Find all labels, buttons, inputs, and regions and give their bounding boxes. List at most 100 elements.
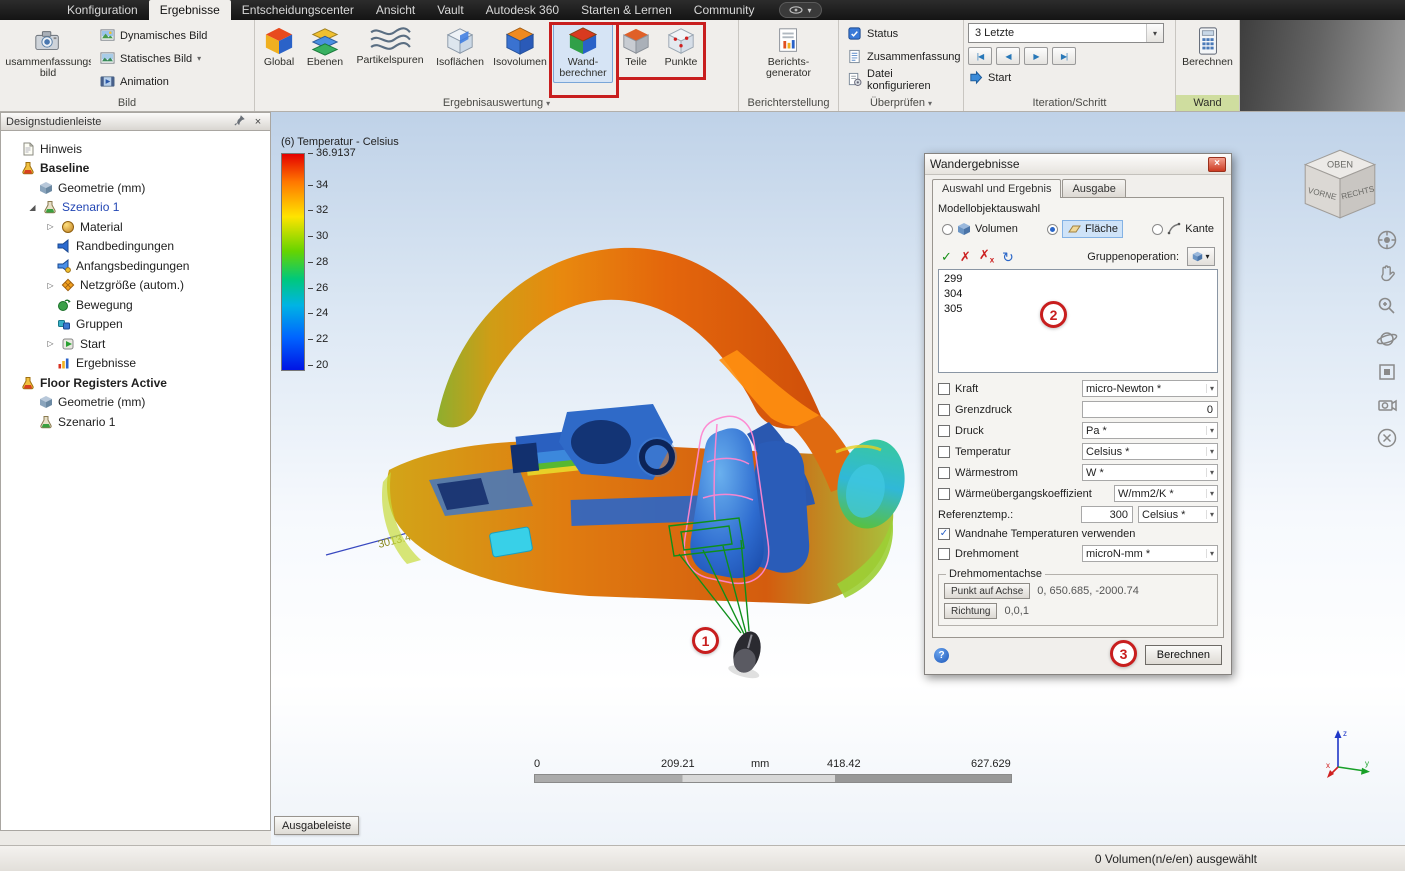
menu-tab-entscheidungscenter[interactable]: Entscheidungscenter: [231, 0, 365, 20]
tab-auswahl-und-ergebnis[interactable]: Auswahl und Ergebnis: [932, 179, 1062, 198]
camera-view-icon[interactable]: [1375, 393, 1399, 417]
help-icon[interactable]: ?: [934, 647, 949, 663]
partikelspuren-button[interactable]: Partikelspuren: [351, 23, 429, 69]
tree-item-randbedingungen[interactable]: Randbedingungen: [1, 237, 270, 257]
waermeuebergang-unit-select[interactable]: W/mm2/K * ▾: [1114, 485, 1218, 502]
report-generator-button[interactable]: Berichts-generator: [756, 23, 822, 83]
tree-item-floor-registers[interactable]: Floor Registers Active: [1, 373, 270, 393]
tree-item-hinweis[interactable]: Hinweis: [1, 139, 270, 159]
group-label-ergebnisauswertung[interactable]: Ergebnisauswertung ▾: [255, 95, 738, 111]
radio-flaeche-circle[interactable]: [1047, 223, 1059, 235]
group-label-ueberpruefen[interactable]: Überprüfen ▾: [839, 95, 963, 111]
referenztemp-unit-select[interactable]: Celsius * ▾: [1138, 506, 1218, 523]
menu-tab-vault[interactable]: Vault: [426, 0, 474, 20]
expander-closed-icon[interactable]: ▷: [45, 222, 56, 231]
iteration-dropdown-arrow-icon[interactable]: ▾: [1146, 24, 1163, 42]
group-operation-dropdown[interactable]: ▾: [1187, 247, 1215, 266]
zoom-icon[interactable]: [1375, 294, 1399, 318]
dialog-titlebar[interactable]: Wandergebnisse ×: [925, 154, 1231, 175]
list-item[interactable]: 299: [944, 272, 1212, 287]
pin-icon[interactable]: [234, 114, 246, 129]
tree-item-szenario1-2[interactable]: Szenario 1: [1, 412, 270, 432]
waermestrom-unit-select[interactable]: W * ▾: [1082, 464, 1218, 481]
menu-tab-ansicht[interactable]: Ansicht: [365, 0, 426, 20]
direction-value[interactable]: 0,0,1: [1004, 605, 1028, 617]
iteration-dropdown[interactable]: 3 Letzte ▾: [968, 23, 1164, 43]
point-on-axis-button[interactable]: Punkt auf Achse: [944, 583, 1031, 599]
sidebar-close-icon[interactable]: ×: [251, 116, 265, 128]
radio-flaeche[interactable]: Fläche: [1047, 220, 1124, 238]
ebenen-button[interactable]: Ebenen: [303, 23, 347, 71]
close-navbar-icon[interactable]: [1375, 426, 1399, 450]
radio-kante-circle[interactable]: [1152, 223, 1164, 235]
tree-item-gruppen[interactable]: Gruppen: [1, 315, 270, 335]
tree-item-bewegung[interactable]: Bewegung: [1, 295, 270, 315]
radio-volumen[interactable]: Volumen: [942, 222, 1018, 236]
menu-tab-starten-lernen[interactable]: Starten & Lernen: [570, 0, 683, 20]
global-button[interactable]: Global: [259, 23, 299, 71]
expander-open-icon[interactable]: ◢: [27, 203, 38, 212]
summary-image-button[interactable]: Zusammenfassungs-bild: [4, 23, 92, 83]
list-item[interactable]: 304: [944, 287, 1212, 302]
temperatur-unit-select[interactable]: Celsius * ▾: [1082, 443, 1218, 460]
kraft-checkbox[interactable]: [938, 382, 950, 395]
menu-tab-ergebnisse[interactable]: Ergebnisse: [148, 0, 231, 20]
isovolumen-button[interactable]: Isovolumen: [491, 23, 549, 71]
tree-item-geometrie-2[interactable]: Geometrie (mm): [1, 393, 270, 413]
skip-forward-button[interactable]: ▶|: [1052, 47, 1076, 65]
pan-icon[interactable]: [1375, 261, 1399, 285]
step-back-button[interactable]: ◀: [996, 47, 1020, 65]
static-image-dropdown-icon[interactable]: ▾: [197, 54, 201, 63]
menu-tab-konfiguration[interactable]: Konfiguration: [56, 0, 149, 20]
selected-faces-list[interactable]: 299 304 305: [938, 269, 1218, 373]
tree-item-start[interactable]: ▷ Start: [1, 334, 270, 354]
kraft-unit-select[interactable]: micro-Newton * ▾: [1082, 380, 1218, 397]
output-bar-button[interactable]: Ausgabeleiste: [274, 816, 360, 835]
direction-button[interactable]: Richtung: [944, 603, 998, 619]
remove-selection-icon[interactable]: ✗: [960, 250, 971, 263]
apply-selection-icon[interactable]: ✓: [941, 250, 952, 263]
drehmoment-checkbox[interactable]: [938, 547, 950, 560]
look-at-face-icon[interactable]: [1375, 360, 1399, 384]
viewcube[interactable]: OBEN VORNE RECHTS: [1297, 140, 1383, 226]
tree-item-ergebnisse[interactable]: Ergebnisse: [1, 354, 270, 374]
step-forward-button[interactable]: ▶: [1024, 47, 1048, 65]
expander-closed-icon[interactable]: ▷: [45, 339, 56, 348]
calculate-button[interactable]: Berechnen: [1144, 645, 1222, 665]
services-menu[interactable]: ▾: [779, 2, 822, 18]
navigation-wheel-icon[interactable]: [1375, 228, 1399, 252]
radio-kante[interactable]: Kante: [1152, 222, 1214, 236]
dynamic-image-button[interactable]: Dynamisches Bild: [96, 25, 211, 46]
tree-item-material[interactable]: ▷ Material: [1, 217, 270, 237]
tree-item-anfangsbedingungen[interactable]: Anfangsbedingungen: [1, 256, 270, 276]
list-item[interactable]: 305: [944, 302, 1212, 317]
radio-volumen-circle[interactable]: [942, 223, 953, 235]
tab-ausgabe[interactable]: Ausgabe: [1062, 179, 1126, 197]
tree-item-szenario1[interactable]: ◢ Szenario 1: [1, 198, 270, 218]
grenzdruck-input[interactable]: 0: [1082, 401, 1218, 418]
animation-button[interactable]: Animation: [96, 71, 211, 92]
druck-checkbox[interactable]: [938, 424, 950, 437]
orbit-icon[interactable]: [1375, 327, 1399, 351]
menu-tab-autodesk360[interactable]: Autodesk 360: [475, 0, 570, 20]
remove-all-selection-icon[interactable]: ✗x: [979, 248, 994, 265]
start-button[interactable]: Start: [968, 67, 1015, 88]
menu-tab-community[interactable]: Community: [683, 0, 766, 20]
grenzdruck-checkbox[interactable]: [938, 403, 950, 416]
skip-back-button[interactable]: |◀: [968, 47, 992, 65]
viewport-3d[interactable]: 3013.45: [271, 112, 1405, 845]
datei-konfigurieren-button[interactable]: Datei konfigurieren: [843, 68, 959, 92]
referenztemp-input[interactable]: 300: [1081, 506, 1133, 523]
zusammenfassung-button[interactable]: Zusammenfassung: [843, 46, 961, 67]
drehmoment-unit-select[interactable]: microN-mm * ▾: [1082, 545, 1218, 562]
dialog-close-icon[interactable]: ×: [1208, 156, 1226, 172]
reverse-selection-icon[interactable]: ↻: [1002, 250, 1014, 264]
expander-closed-icon[interactable]: ▷: [45, 281, 56, 290]
point-on-axis-value[interactable]: 0, 650.685, -2000.74: [1037, 585, 1139, 597]
isoflaechen-button[interactable]: Isoflächen: [433, 23, 487, 71]
tree-item-geometrie-1[interactable]: Geometrie (mm): [1, 178, 270, 198]
temperatur-checkbox[interactable]: [938, 445, 950, 458]
status-button[interactable]: Status: [843, 23, 959, 44]
static-image-button[interactable]: Statisches Bild ▾: [96, 48, 211, 69]
wall-calculate-button[interactable]: Berechnen: [1180, 23, 1235, 71]
